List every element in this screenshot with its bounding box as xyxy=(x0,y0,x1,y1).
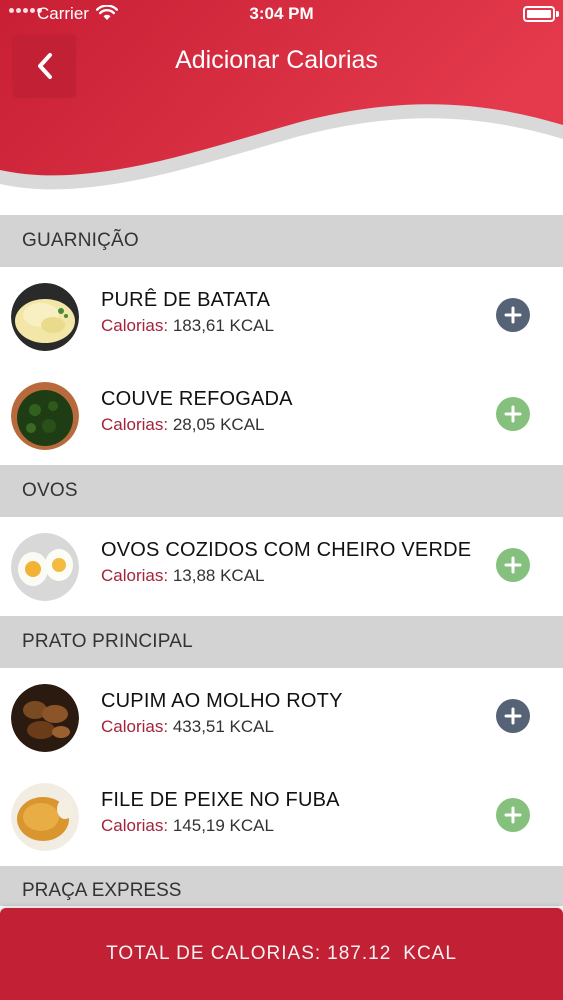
header: Carrier 3:04 PM Adicionar Calorias xyxy=(0,0,563,215)
section-header-ovos: OVOS xyxy=(0,465,563,517)
food-calories: Calorias: 433,51 KCAL xyxy=(101,717,274,737)
food-thumbnail-pure xyxy=(11,283,79,351)
calories-label: Calorias: xyxy=(101,316,169,335)
calories-value: 145,19 KCAL xyxy=(172,816,274,835)
plus-icon xyxy=(504,707,522,725)
food-calories: Calorias: 28,05 KCAL xyxy=(101,415,265,435)
plus-icon xyxy=(504,556,522,574)
food-calories: Calorias: 13,88 KCAL xyxy=(101,566,265,586)
status-bar: Carrier 3:04 PM xyxy=(0,0,563,30)
calories-value: 183,61 KCAL xyxy=(172,316,274,335)
food-name: PURÊ DE BATATA xyxy=(101,289,271,311)
food-calories: Calorias: 145,19 KCAL xyxy=(101,816,274,836)
battery-icon xyxy=(523,6,555,22)
add-button[interactable] xyxy=(496,699,530,733)
calories-value: 433,51 KCAL xyxy=(172,717,274,736)
total-calories-bar[interactable]: TOTAL DE CALORIAS: 187.12 KCAL xyxy=(0,908,563,1000)
section-header-guarnicao: GUARNIÇÃO xyxy=(0,215,563,267)
plus-icon xyxy=(504,405,522,423)
food-name: FILE DE PEIXE NO FUBA xyxy=(101,789,340,811)
total-label: TOTAL DE CALORIAS: xyxy=(106,943,322,964)
calories-value: 13,88 KCAL xyxy=(172,566,265,585)
calories-label: Calorias: xyxy=(101,415,169,434)
food-name: CUPIM AO MOLHO ROTY xyxy=(101,690,343,712)
page-title: Adicionar Calorias xyxy=(175,46,378,74)
plus-icon xyxy=(504,806,522,824)
food-calories: Calorias: 183,61 KCAL xyxy=(101,316,274,336)
calories-label: Calorias: xyxy=(101,816,169,835)
header-wave-background xyxy=(0,0,563,190)
battery-tip xyxy=(556,11,559,17)
food-list[interactable]: GUARNIÇÃO PURÊ DE BATATA Calorias: 183,6… xyxy=(0,215,563,906)
list-item: COUVE REFOGADA Calorias: 28,05 KCAL xyxy=(0,366,563,465)
plus-icon xyxy=(504,306,522,324)
total-unit: KCAL xyxy=(403,943,457,964)
add-button[interactable] xyxy=(496,397,530,431)
add-button[interactable] xyxy=(496,298,530,332)
food-name: COUVE REFOGADA xyxy=(101,388,293,410)
food-thumbnail-cupim xyxy=(11,684,79,752)
list-item: FILE DE PEIXE NO FUBA Calorias: 145,19 K… xyxy=(0,767,563,866)
section-header-prato-principal: PRATO PRINCIPAL xyxy=(0,616,563,668)
clock: 3:04 PM xyxy=(249,4,314,23)
add-button[interactable] xyxy=(496,548,530,582)
list-item: CUPIM AO MOLHO ROTY Calorias: 433,51 KCA… xyxy=(0,668,563,767)
total-value: 187.12 xyxy=(327,943,392,964)
food-name: OVOS COZIDOS COM CHEIRO VERDE xyxy=(101,539,472,561)
food-thumbnail-peixe xyxy=(11,783,79,851)
add-button[interactable] xyxy=(496,798,530,832)
list-item: OVOS COZIDOS COM CHEIRO VERDE Calorias: … xyxy=(0,517,563,616)
calories-label: Calorias: xyxy=(101,566,169,585)
food-thumbnail-ovos xyxy=(11,533,79,601)
list-item: PURÊ DE BATATA Calorias: 183,61 KCAL xyxy=(0,267,563,366)
calories-value: 28,05 KCAL xyxy=(172,415,265,434)
calories-label: Calorias: xyxy=(101,717,169,736)
section-header-praca-express: PRAÇA EXPRESS xyxy=(0,866,563,906)
food-thumbnail-couve xyxy=(11,382,79,450)
